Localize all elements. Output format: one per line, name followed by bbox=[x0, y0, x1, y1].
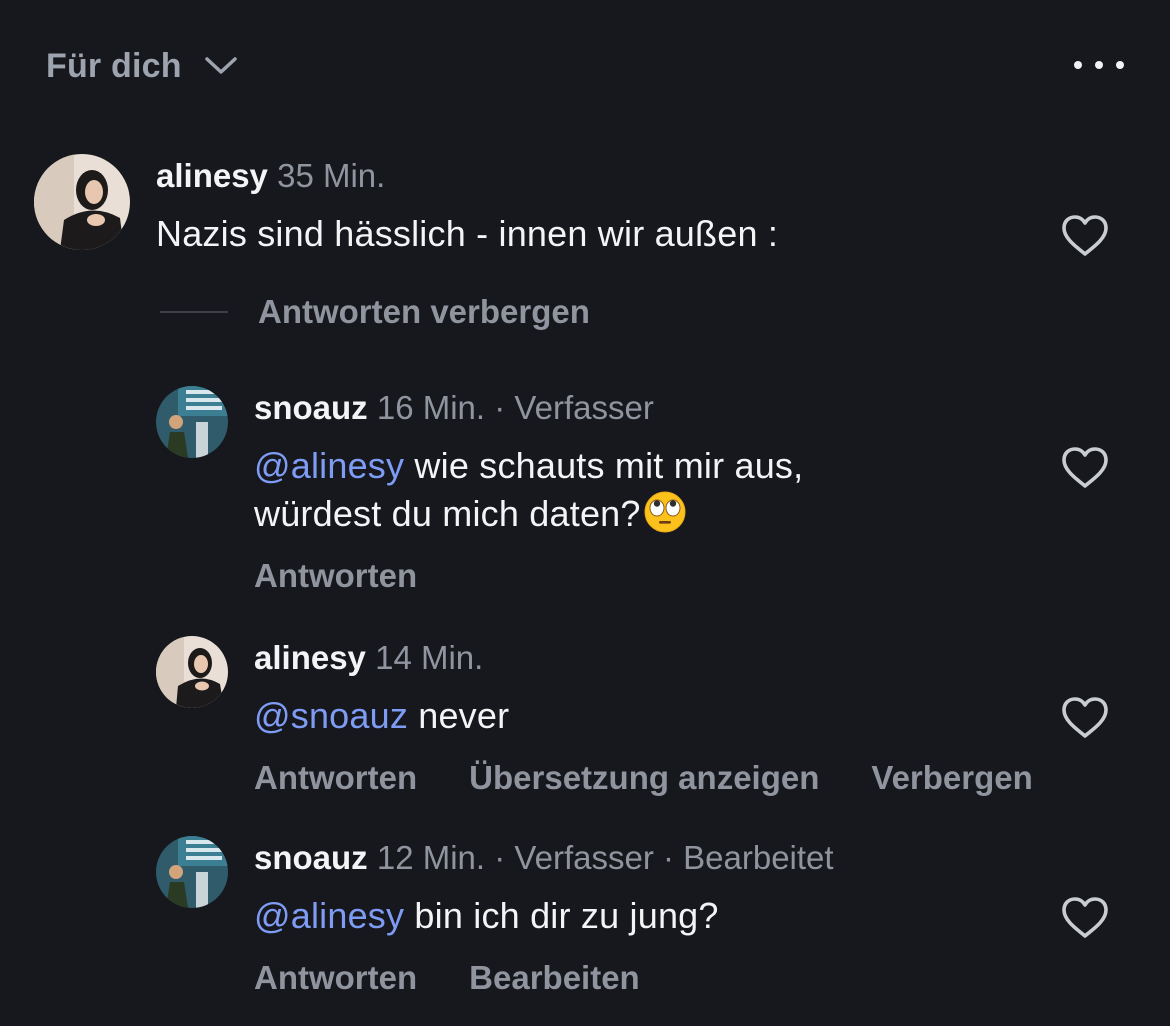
chevron-down-icon bbox=[204, 56, 238, 76]
show-translation-button[interactable]: Übersetzung anzeigen bbox=[469, 758, 819, 798]
mention-link[interactable]: @alinesy bbox=[254, 445, 404, 486]
avatar[interactable] bbox=[156, 386, 228, 458]
thread-divider-line bbox=[160, 311, 228, 313]
feed-selector[interactable]: Für dich bbox=[46, 42, 238, 90]
avatar[interactable] bbox=[156, 636, 228, 708]
reply-timestamp: 12 Min. bbox=[376, 839, 486, 876]
heart-icon[interactable] bbox=[1060, 214, 1110, 258]
reply-text-line2: würdest du mich daten? bbox=[254, 493, 641, 534]
heart-icon[interactable] bbox=[1060, 446, 1110, 490]
comment-username[interactable]: alinesy bbox=[156, 157, 268, 194]
reply-text: @alinesy wie schauts mit mir aus, würdes… bbox=[254, 442, 1014, 538]
hide-replies-button[interactable]: Antworten verbergen bbox=[160, 292, 590, 332]
reply-tags: · Verfasser · Bearbeitet bbox=[494, 839, 834, 876]
comment-text: Nazis sind hässlich - innen wir außen : bbox=[156, 213, 779, 254]
reply-text: @snoauz never bbox=[254, 692, 509, 740]
feed-title: Für dich bbox=[46, 46, 182, 85]
heart-icon[interactable] bbox=[1060, 696, 1110, 740]
mention-link[interactable]: @alinesy bbox=[254, 895, 404, 936]
avatar[interactable] bbox=[156, 836, 228, 908]
reply-button[interactable]: Antworten bbox=[254, 556, 417, 596]
reply-text-line1: wie schauts mit mir aus, bbox=[414, 445, 804, 486]
heart-icon[interactable] bbox=[1060, 896, 1110, 940]
reply-username[interactable]: alinesy bbox=[254, 639, 366, 676]
feed-header: Für dich bbox=[0, 0, 1170, 130]
reply-button[interactable]: Antworten bbox=[254, 758, 417, 798]
reply-text-line1: never bbox=[418, 695, 510, 736]
edit-button[interactable]: Bearbeiten bbox=[469, 958, 640, 998]
more-options-icon[interactable] bbox=[1074, 52, 1124, 78]
reply-username[interactable]: snoauz bbox=[254, 839, 368, 876]
comment-timestamp: 35 Min. bbox=[277, 157, 386, 194]
reply-text-line1: bin ich dir zu jung? bbox=[414, 895, 719, 936]
reply-text: @alinesy bin ich dir zu jung? bbox=[254, 892, 719, 940]
hide-replies-label: Antworten verbergen bbox=[258, 293, 590, 330]
face-with-rolling-eyes-icon bbox=[643, 490, 687, 534]
reply-username[interactable]: snoauz bbox=[254, 389, 368, 426]
avatar[interactable] bbox=[34, 154, 130, 250]
reply-timestamp: 16 Min. bbox=[376, 389, 486, 426]
reply-button[interactable]: Antworten bbox=[254, 958, 417, 998]
reply-tags: · Verfasser bbox=[494, 389, 654, 426]
hide-button[interactable]: Verbergen bbox=[871, 758, 1032, 798]
reply-timestamp: 14 Min. bbox=[375, 639, 484, 676]
mention-link[interactable]: @snoauz bbox=[254, 695, 408, 736]
